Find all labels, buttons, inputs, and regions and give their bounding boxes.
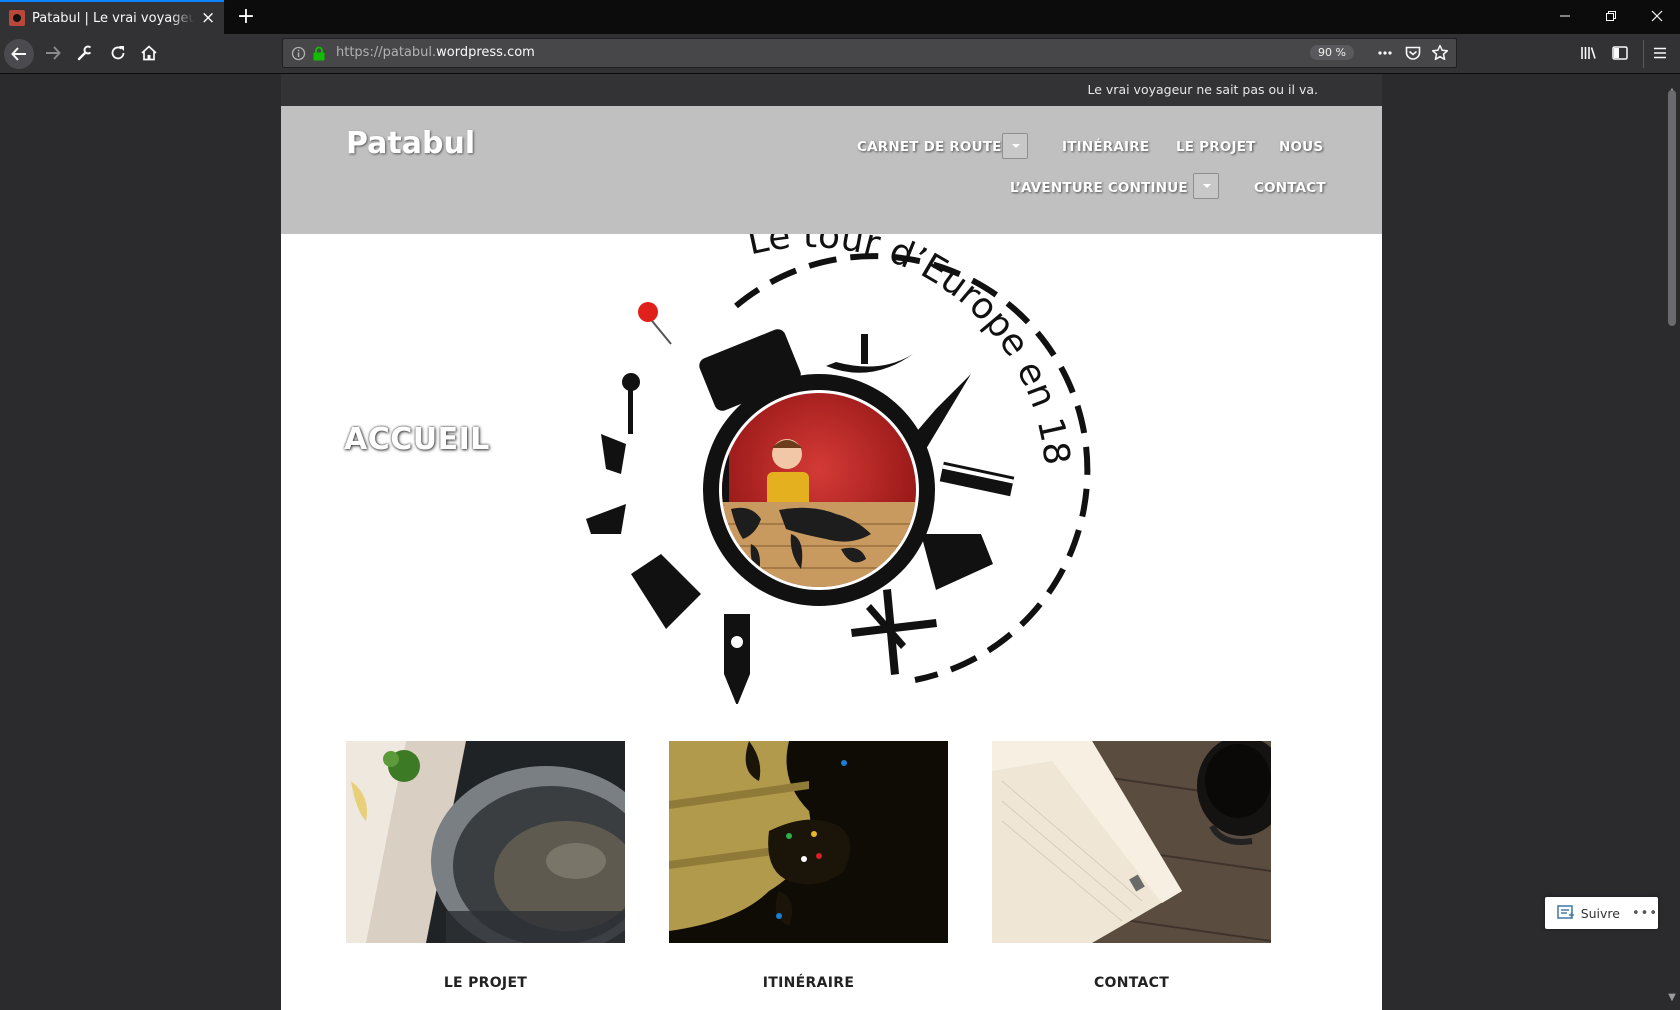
hero-section: Le tour d’Europe en 180 jours: [281, 234, 1382, 704]
toolbar-separator: [1643, 40, 1644, 68]
red-pin-icon: [638, 302, 658, 322]
card-label-contact[interactable]: CONTACT: [992, 975, 1271, 991]
scroll-down-arrow-icon[interactable]: ▼: [1664, 992, 1680, 1003]
home-icon[interactable]: [134, 38, 164, 68]
zoom-level-badge[interactable]: 90 %: [1310, 45, 1354, 60]
page-title: ACCUEIL: [344, 422, 490, 457]
close-tab-icon[interactable]: ×: [201, 9, 215, 27]
vertical-scrollbar[interactable]: ▲ ▼: [1664, 74, 1680, 1010]
card-label-itineraire[interactable]: ITINÉRAIRE: [669, 975, 948, 991]
follow-button[interactable]: Suivre: [1581, 906, 1620, 921]
library-icon[interactable]: [1573, 38, 1603, 68]
carnet-submenu-toggle[interactable]: [1002, 133, 1028, 159]
bookmark-star-icon[interactable]: [1430, 43, 1450, 67]
tour-europe-logo: Le tour d’Europe en 180 jours: [281, 234, 1091, 704]
tab-bar: Patabul | Le vrai voyageur ne sait pas o…: [0, 0, 1680, 34]
address-bar[interactable]: https://patabul.wordpress.com 90 %: [282, 38, 1457, 68]
menu-le-projet[interactable]: LE PROJET: [1176, 139, 1256, 155]
minimize-window-icon[interactable]: [1542, 0, 1588, 32]
menu-contact[interactable]: CONTACT: [1254, 180, 1326, 196]
site-tagline: Le vrai voyageur ne sait pas ou il va.: [1087, 82, 1319, 97]
info-icon[interactable]: [291, 46, 306, 65]
card-label-le-projet[interactable]: LE PROJET: [346, 975, 625, 991]
site-header: Patabul CARNET DE ROUTE ITINÉRAIRE LE PR…: [281, 106, 1382, 234]
follow-more-icon[interactable]: •••: [1632, 906, 1658, 921]
menu-carnet-de-route[interactable]: CARNET DE ROUTE: [857, 139, 1002, 155]
tab-title: Patabul | Le vrai voyageur ne sait pas o…: [32, 10, 195, 26]
lock-icon[interactable]: [312, 46, 326, 65]
card-image-contact[interactable]: [992, 741, 1271, 943]
wrench-icon[interactable]: [70, 38, 100, 68]
follow-reader-icon: [1557, 905, 1574, 919]
page-content: Le vrai voyageur ne sait pas ou il va. P…: [281, 74, 1382, 1010]
menu-nous[interactable]: NOUS: [1279, 139, 1323, 155]
site-tagline-bar: Le vrai voyageur ne sait pas ou il va.: [281, 74, 1382, 106]
hamburger-menu-icon[interactable]: [1645, 38, 1675, 68]
page-viewport: Le vrai voyageur ne sait pas ou il va. P…: [0, 74, 1680, 1010]
page-actions-more-icon[interactable]: [1375, 43, 1395, 67]
restore-window-icon[interactable]: [1588, 0, 1634, 32]
site-favicon-icon: [9, 10, 25, 26]
menu-itineraire[interactable]: ITINÉRAIRE: [1062, 139, 1149, 155]
back-arrow-icon[interactable]: [4, 39, 34, 69]
card-image-itineraire[interactable]: [669, 741, 948, 943]
follow-widget[interactable]: Suivre •••: [1545, 897, 1658, 929]
close-window-icon[interactable]: [1634, 0, 1680, 32]
new-tab-icon[interactable]: +: [232, 3, 260, 31]
browser-tab[interactable]: Patabul | Le vrai voyageur ne sait pas o…: [0, 0, 224, 34]
reload-icon[interactable]: [103, 38, 133, 68]
forward-arrow-icon[interactable]: [38, 38, 68, 68]
scrollbar-thumb[interactable]: [1668, 90, 1676, 326]
url-text: https://patabul.wordpress.com: [336, 45, 535, 60]
menu-aventure-continue[interactable]: L’AVENTURE CONTINUE: [1010, 180, 1188, 196]
sidebar-icon[interactable]: [1605, 38, 1635, 68]
card-image-le-projet[interactable]: [346, 741, 625, 943]
aventure-submenu-toggle[interactable]: [1193, 173, 1219, 199]
navigation-toolbar: https://patabul.wordpress.com 90 %: [0, 34, 1680, 74]
site-title[interactable]: Patabul: [346, 126, 475, 161]
pocket-icon[interactable]: [1403, 43, 1423, 67]
